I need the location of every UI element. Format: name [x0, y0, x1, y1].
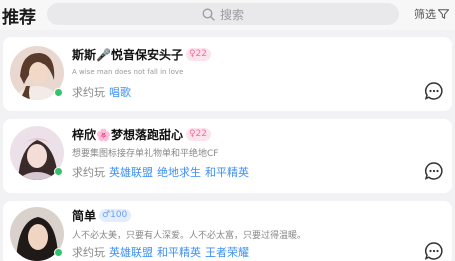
filter-label: 筛选: [414, 8, 436, 21]
online-status-dot: [54, 248, 63, 257]
gender-age-badge: ♀ 22: [185, 127, 211, 141]
chat-icon[interactable]: [424, 161, 444, 181]
female-icon: ♀: [188, 129, 196, 139]
user-bio: A wise man does not fall in love: [72, 68, 184, 76]
user-card[interactable]: 简单 ♂ 100 人不必太美，只要有人深爱。人不必太富，只要过得温暖。 求约玩 英雄…: [3, 201, 452, 261]
chat-icon[interactable]: [424, 241, 444, 261]
game-tag[interactable]: 英雄联盟: [109, 246, 153, 259]
user-card[interactable]: 梓欣🌸梦想落跑甜心 ♀ 22 想要集图标接存单礼物单和平绝地CF 求约玩 英雄联盟绝…: [3, 119, 452, 193]
games-row: 求约玩 英雄联盟 绝地求生 和平精英: [72, 164, 253, 180]
game-tag[interactable]: 绝地求生: [157, 166, 201, 179]
games-row: 求约玩 英雄联盟 和平精英 王者荣耀: [72, 244, 253, 260]
games-row: 求约玩 唱歌: [72, 84, 135, 100]
chat-icon[interactable]: [424, 81, 444, 101]
game-tag[interactable]: 和平精英: [205, 166, 249, 179]
gender-age-badge: ♀ 22: [185, 47, 211, 61]
game-tag[interactable]: 王者荣耀: [205, 246, 249, 259]
search-placeholder: 搜索: [219, 7, 244, 22]
game-tag[interactable]: 唱歌: [109, 86, 131, 99]
user-name: 简单: [72, 208, 97, 223]
online-status-dot: [54, 167, 63, 176]
games-label: 求约玩: [72, 86, 105, 99]
game-tag[interactable]: 英雄联盟: [109, 166, 153, 179]
filter-button[interactable]: 筛选: [414, 6, 449, 22]
male-icon: ♂: [102, 210, 111, 220]
user-card[interactable]: 斯斯🎤悦音保安头子 ♀ 22 A wise man does not fall i…: [3, 37, 452, 111]
user-name: 斯斯🎤悦音保安头子: [72, 47, 183, 62]
user-bio: 人不必太美，只要有人深爱。人不必太富，只要过得温暖。: [72, 231, 307, 241]
gender-age-badge: ♂ 100: [99, 208, 132, 222]
user-name: 梓欣🌸梦想落跑甜心: [72, 127, 183, 142]
female-icon: ♀: [188, 49, 196, 59]
user-bio: 想要集图标接存单礼物单和平绝地CF: [72, 149, 219, 159]
search-icon: [202, 8, 215, 21]
top-bar: 推荐 搜索 筛选: [0, 0, 455, 30]
page-title: 推荐: [2, 8, 36, 28]
games-label: 求约玩: [72, 246, 105, 259]
search-input[interactable]: 搜索: [47, 3, 399, 25]
games-label: 求约玩: [72, 166, 105, 179]
game-tag[interactable]: 和平精英: [157, 246, 201, 259]
online-status-dot: [54, 88, 63, 97]
filter-icon: [438, 9, 449, 19]
